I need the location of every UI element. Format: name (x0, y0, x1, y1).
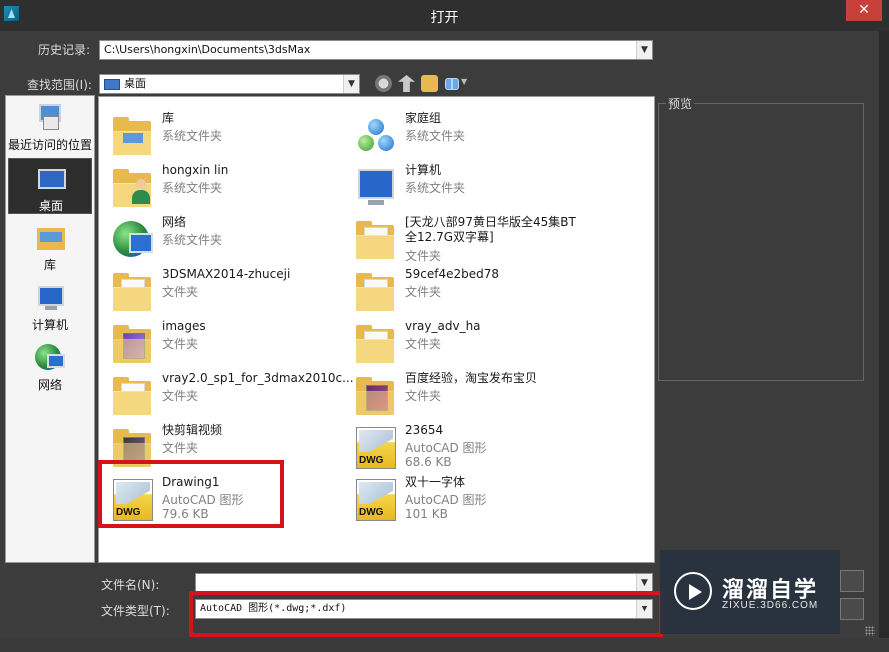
play-logo-icon (674, 572, 712, 610)
list-item[interactable]: images 文件夹 (103, 315, 343, 367)
list-item[interactable]: 网络 系统文件夹 (103, 211, 343, 263)
highlight-drawing1 (98, 460, 284, 528)
view-menu-icon[interactable] (445, 78, 459, 90)
folder-icon (109, 371, 155, 417)
filename-input[interactable]: ▼ (195, 573, 653, 593)
watermark-subtitle: ZIXUE.3D66.COM (722, 600, 819, 611)
recent-places-icon (35, 102, 65, 132)
libraries-folder-icon (109, 111, 155, 157)
dwg-file-icon: DWG (352, 475, 398, 521)
dwg-file-icon: DWG (352, 423, 398, 469)
list-item[interactable]: 百度经验，淘宝发布宝贝 文件夹 (346, 367, 586, 419)
folder-icon (352, 215, 398, 261)
preview-label: 预览 (666, 95, 695, 112)
open-button[interactable] (840, 570, 864, 592)
images-folder-icon (109, 319, 155, 365)
resize-grip-icon[interactable] (865, 626, 875, 636)
user-folder-icon (109, 163, 155, 209)
title-bar: 打开 ✕ (0, 0, 889, 31)
history-label: 历史记录: (38, 43, 91, 57)
places-bar: 最近访问的位置 桌面 库 计算机 网络 (5, 95, 95, 563)
history-combo[interactable]: C:\Users\hongxin\Documents\3dsMax ▼ (99, 40, 653, 60)
network-icon (35, 342, 65, 372)
list-item[interactable]: DWG 23654 AutoCAD 图形 68.6 KB (346, 419, 586, 471)
window-title: 打开 (430, 10, 459, 26)
back-icon[interactable] (375, 75, 392, 92)
folder-icon (352, 267, 398, 313)
list-item[interactable]: vray_adv_ha 文件夹 (346, 315, 586, 367)
list-item[interactable]: DWG 双十一字体 AutoCAD 图形 101 KB (346, 471, 586, 523)
desktop-icon (36, 163, 66, 193)
filetype-label: 文件类型(T): (101, 604, 170, 618)
place-libraries[interactable]: 库 (8, 218, 92, 274)
folder-icon (352, 319, 398, 365)
cancel-button[interactable] (840, 598, 864, 620)
list-item[interactable]: vray2.0_sp1_for_3dmax2010c... 文件夹 (103, 367, 354, 419)
homegroup-icon (352, 111, 398, 157)
history-value: C:\Users\hongxin\Documents\3dsMax (104, 43, 311, 56)
place-network[interactable]: 网络 (8, 338, 92, 394)
computer-icon (35, 282, 65, 312)
image-folder-icon (352, 371, 398, 417)
place-computer[interactable]: 计算机 (8, 278, 92, 334)
chevron-down-icon[interactable]: ▼ (636, 41, 652, 59)
close-button[interactable]: ✕ (846, 0, 882, 21)
list-item[interactable]: hongxin lin 系统文件夹 (103, 159, 343, 211)
window-edge (879, 31, 889, 652)
list-item[interactable]: 计算机 系统文件夹 (346, 159, 586, 211)
list-item[interactable]: 3DSMAX2014-zhuceji 文件夹 (103, 263, 343, 315)
chevron-down-icon[interactable]: ▼ (343, 75, 359, 93)
list-item[interactable]: [天龙八部97黄日华版全45集BT全12.7G双字幕] 文件夹 (346, 211, 586, 263)
folder-icon (109, 267, 155, 313)
watermark: 溜溜自学 ZIXUE.3D66.COM (660, 550, 840, 634)
list-item[interactable]: 59cef4e2bed78 文件夹 (346, 263, 586, 315)
place-recent[interactable]: 最近访问的位置 (8, 98, 92, 154)
network-icon (109, 215, 155, 261)
list-item[interactable]: 库 系统文件夹 (103, 107, 343, 159)
lookin-value: 桌面 (124, 77, 146, 90)
computer-icon (352, 163, 398, 209)
preview-panel (658, 103, 864, 381)
libraries-icon (35, 222, 65, 252)
lookin-combo[interactable]: 桌面 ▼ (99, 74, 360, 94)
new-folder-icon[interactable] (421, 75, 438, 92)
list-item[interactable]: 家庭组 系统文件夹 (346, 107, 586, 159)
lookin-label: 查找范围(I): (27, 78, 92, 92)
up-folder-icon[interactable] (398, 75, 415, 92)
view-menu-arrow-icon[interactable]: ▼ (461, 77, 467, 86)
filename-label: 文件名(N): (101, 578, 160, 592)
chevron-down-icon[interactable]: ▼ (636, 574, 652, 592)
highlight-filetype (189, 591, 663, 637)
place-desktop[interactable]: 桌面 (8, 158, 92, 214)
window-bottom-edge (0, 638, 889, 652)
desktop-small-icon (104, 78, 120, 90)
